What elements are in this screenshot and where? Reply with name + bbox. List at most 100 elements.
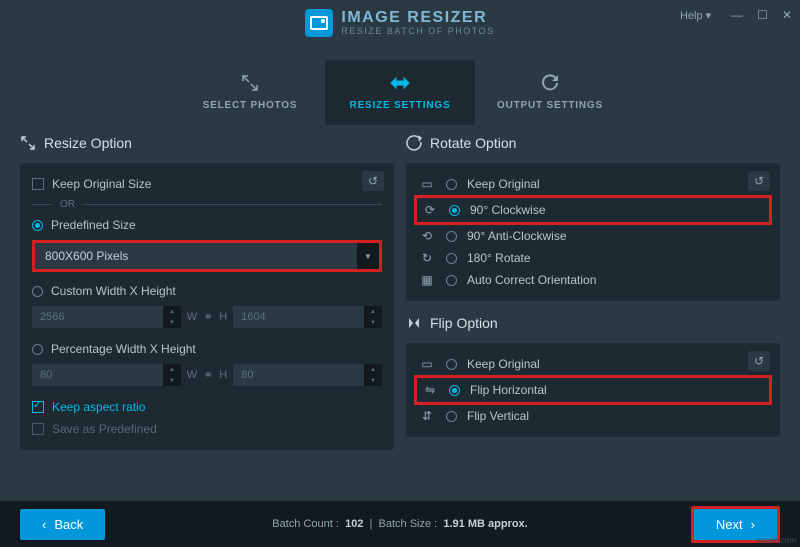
spinner-buttons[interactable]: ▲▼	[163, 364, 181, 386]
batch-count-value: 102	[345, 518, 363, 530]
footer-bar: ‹ Back Batch Count : 102 | Batch Size : …	[0, 501, 800, 547]
reset-rotate-button[interactable]: ↺	[748, 171, 770, 191]
resize-handles-icon	[325, 72, 475, 94]
custom-height-input[interactable]: 1604 ▲▼	[233, 306, 382, 328]
chevron-down-icon[interactable]: ▼	[357, 243, 379, 269]
back-button[interactable]: ‹ Back	[20, 509, 105, 540]
tab-resize-settings[interactable]: RESIZE SETTINGS	[325, 60, 475, 125]
option-label: Keep aspect ratio	[52, 400, 145, 414]
flip-vertical-option[interactable]: ⇵ Flip Vertical	[418, 405, 768, 427]
tab-output-settings[interactable]: OUTPUT SETTINGS	[475, 60, 625, 125]
radio-icon	[32, 344, 43, 355]
keep-original-size-option[interactable]: Keep Original Size	[32, 173, 382, 195]
pct-height-input[interactable]: 80 ▲▼	[233, 364, 382, 386]
rotate-90ccw-option[interactable]: ⟲ 90° Anti-Clockwise	[418, 225, 768, 247]
radio-icon	[449, 205, 460, 216]
radio-icon	[449, 385, 460, 396]
titlebar: IMAGE RESIZER RESIZE BATCH OF PHOTOS Hel…	[0, 0, 800, 45]
radio-icon	[446, 253, 457, 264]
flip-header-label: Flip Option	[430, 315, 498, 331]
watermark: wsxdn.com	[756, 536, 796, 545]
rotate-header-label: Rotate Option	[430, 135, 516, 151]
image-icon: ▭	[418, 357, 436, 371]
rotate-180-icon: ↻	[418, 251, 436, 265]
batch-count-label: Batch Count :	[272, 518, 339, 530]
maximize-button[interactable]: ☐	[757, 8, 768, 22]
app-logo	[305, 9, 333, 37]
custom-width-input[interactable]: 2566 ▲▼	[32, 306, 181, 328]
resize-corner-icon	[20, 135, 36, 151]
checkbox-icon	[32, 401, 44, 413]
close-button[interactable]: ✕	[782, 8, 792, 22]
input-value: 80	[233, 364, 364, 386]
auto-orient-icon: ▦	[418, 273, 436, 287]
batch-info: Batch Count : 102 | Batch Size : 1.91 MB…	[272, 518, 527, 530]
option-label: Predefined Size	[51, 218, 136, 232]
batch-size-label: Batch Size :	[379, 518, 438, 530]
rotate-auto-option[interactable]: ▦ Auto Correct Orientation	[418, 269, 768, 291]
or-divider: OR	[32, 199, 382, 210]
width-label: W	[187, 369, 197, 381]
input-value: 80	[32, 364, 163, 386]
custom-size-option[interactable]: Custom Width X Height	[32, 280, 382, 302]
keep-aspect-ratio-option[interactable]: Keep aspect ratio	[32, 396, 382, 418]
option-label: Percentage Width X Height	[51, 342, 196, 356]
spinner-buttons[interactable]: ▲▼	[364, 364, 382, 386]
option-label: Flip Horizontal	[470, 383, 547, 397]
pct-width-input[interactable]: 80 ▲▼	[32, 364, 181, 386]
rotate-keep-original-option[interactable]: ▭ Keep Original	[418, 173, 768, 195]
percentage-size-option[interactable]: Percentage Width X Height	[32, 338, 382, 360]
spinner-buttons[interactable]: ▲▼	[163, 306, 181, 328]
option-label: Custom Width X Height	[51, 284, 176, 298]
option-label: Flip Vertical	[467, 409, 529, 423]
expand-arrows-icon	[175, 72, 325, 94]
app-title: IMAGE RESIZER	[341, 10, 494, 26]
flip-panel: ↺ ▭ Keep Original ⇋ Flip Horizontal ⇵ Fl…	[406, 343, 780, 437]
radio-icon	[446, 179, 457, 190]
image-icon: ▭	[418, 177, 436, 191]
rotate-90cw-option[interactable]: ⟳ 90° Clockwise	[421, 199, 765, 221]
tab-label: RESIZE SETTINGS	[325, 100, 475, 111]
radio-icon	[446, 275, 457, 286]
predefined-size-option[interactable]: Predefined Size	[32, 214, 382, 236]
flip-horizontal-option[interactable]: ⇋ Flip Horizontal	[421, 379, 765, 401]
rotate-panel: ↺ ▭ Keep Original ⟳ 90° Clockwise ⟲ 90° …	[406, 163, 780, 301]
height-label: H	[219, 369, 227, 381]
option-label: 90° Anti-Clockwise	[467, 229, 567, 243]
option-label: Keep Original Size	[52, 177, 151, 191]
app-subtitle: RESIZE BATCH OF PHOTOS	[341, 26, 494, 36]
resize-header-label: Resize Option	[44, 135, 132, 151]
radio-icon	[446, 359, 457, 370]
link-icon: ⚭	[203, 310, 213, 324]
reset-resize-button[interactable]: ↺	[362, 171, 384, 191]
radio-icon	[32, 220, 43, 231]
button-label: Next	[716, 517, 743, 532]
spinner-buttons[interactable]: ▲▼	[364, 306, 382, 328]
link-icon: ⚭	[203, 368, 213, 382]
reset-flip-button[interactable]: ↺	[748, 351, 770, 371]
rotate-cw-icon: ⟳	[421, 203, 439, 217]
batch-size-value: 1.91 MB approx.	[443, 518, 527, 530]
flip-keep-original-option[interactable]: ▭ Keep Original	[418, 353, 768, 375]
checkbox-icon	[32, 423, 44, 435]
help-menu[interactable]: Help ▾	[680, 9, 711, 22]
tab-label: SELECT PHOTOS	[175, 100, 325, 111]
width-label: W	[187, 311, 197, 323]
option-label: Keep Original	[467, 177, 540, 191]
radio-icon	[446, 411, 457, 422]
resize-section-header: Resize Option	[20, 135, 394, 151]
save-predefined-option[interactable]: Save as Predefined	[32, 418, 382, 440]
rotate-180-option[interactable]: ↻ 180° Rotate	[418, 247, 768, 269]
dropdown-value: 800X600 Pixels	[35, 243, 357, 269]
radio-icon	[32, 286, 43, 297]
tab-select-photos[interactable]: SELECT PHOTOS	[175, 60, 325, 125]
predefined-size-dropdown[interactable]: 800X600 Pixels ▼	[32, 240, 382, 272]
flip-h-icon: ⇋	[421, 383, 439, 397]
tab-bar: SELECT PHOTOS RESIZE SETTINGS OUTPUT SET…	[0, 45, 800, 125]
rotate-icon	[406, 135, 422, 151]
option-label: Auto Correct Orientation	[467, 273, 596, 287]
option-label: 180° Rotate	[467, 251, 531, 265]
option-label: Save as Predefined	[52, 422, 157, 436]
minimize-button[interactable]: —	[731, 8, 743, 22]
flip-v-icon: ⇵	[418, 409, 436, 423]
